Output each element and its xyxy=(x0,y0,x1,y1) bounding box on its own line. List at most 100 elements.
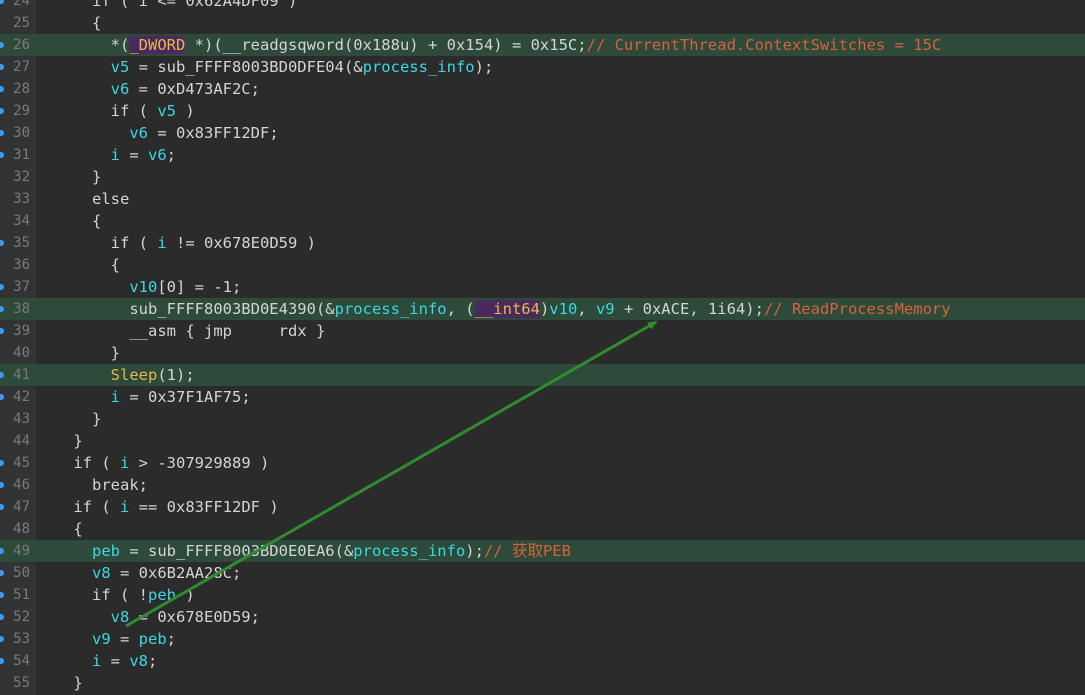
code-line[interactable]: 42 i = 0x37F1AF75; xyxy=(0,386,1085,408)
code-token: = xyxy=(110,630,139,648)
line-number: 45 xyxy=(13,455,30,471)
code-token: = sub_FFFF8003BD0E0EA6(& xyxy=(120,542,354,560)
code-variable: i xyxy=(120,454,130,472)
code-token: { xyxy=(73,520,83,538)
code-text: v6 = 0x83FF12DF; xyxy=(36,122,278,144)
code-line[interactable]: 38 sub_FFFF8003BD0E4390(&process_info, (… xyxy=(0,298,1085,320)
line-number: 48 xyxy=(13,521,30,537)
code-line[interactable]: 30 v6 = 0x83FF12DF; xyxy=(0,122,1085,144)
code-token: ); xyxy=(465,542,484,560)
code-token: } xyxy=(73,674,83,692)
line-number: 41 xyxy=(13,367,30,383)
code-line[interactable]: 25 { xyxy=(0,12,1085,34)
line-number: 28 xyxy=(13,81,30,97)
code-text: if ( i > -307929889 ) xyxy=(36,452,269,474)
code-line[interactable]: 53 v9 = peb; xyxy=(0,628,1085,650)
code-token: = 0x678E0D59; xyxy=(129,608,260,626)
code-token: __int64 xyxy=(474,300,540,318)
line-number: 36 xyxy=(13,257,30,273)
line-number: 34 xyxy=(13,213,30,229)
line-number: 51 xyxy=(13,587,30,603)
code-text: { xyxy=(36,210,101,232)
code-line[interactable]: 43 } xyxy=(0,408,1085,430)
code-line[interactable]: 49 peb = sub_FFFF8003BD0E0EA6(&process_i… xyxy=(0,540,1085,562)
code-token: ; xyxy=(166,146,177,164)
code-token: { xyxy=(92,212,102,230)
code-token: = sub_FFFF8003BD0DFE04(& xyxy=(129,58,363,76)
code-token: if ( xyxy=(73,454,120,472)
line-number: 31 xyxy=(13,147,30,163)
line-number: 43 xyxy=(13,411,30,427)
code-token: if ( ! xyxy=(92,586,148,604)
code-line[interactable]: 54 i = v8; xyxy=(0,650,1085,672)
line-number: 55 xyxy=(13,675,30,691)
code-line[interactable]: 46 break; xyxy=(0,474,1085,496)
code-variable: v8 xyxy=(110,608,130,626)
code-comment: // 获取PEB xyxy=(483,542,571,560)
code-variable: i xyxy=(110,388,120,406)
code-token: , ( xyxy=(446,300,475,318)
code-variable: v10 xyxy=(129,278,158,296)
code-line[interactable]: 27 v5 = sub_FFFF8003BD0DFE04(&process_in… xyxy=(0,56,1085,78)
code-line[interactable]: 28 v6 = 0xD473AF2C; xyxy=(0,78,1085,100)
code-text: i = 0x37F1AF75; xyxy=(36,386,251,408)
code-variable: peb xyxy=(92,542,120,560)
code-area[interactable]: 24 if ( i <= 0x62A4DF09 ) 25 {26 *(_DWORD… xyxy=(0,0,1085,694)
code-line[interactable]: 29 if ( v5 ) xyxy=(0,100,1085,122)
code-line[interactable]: 55 } xyxy=(0,672,1085,694)
code-line[interactable]: 31 i = v6; xyxy=(0,144,1085,166)
code-token: ) xyxy=(176,102,195,120)
code-text: } xyxy=(36,166,101,188)
code-line[interactable]: 52 v8 = 0x678E0D59; xyxy=(0,606,1085,628)
line-number: 50 xyxy=(13,565,30,581)
code-line[interactable]: 39 __asm { jmp rdx } xyxy=(0,320,1085,342)
code-line[interactable]: 44 } xyxy=(0,430,1085,452)
code-line[interactable]: 26 *(_DWORD *)(__readgsqword(0x188u) + 0… xyxy=(0,34,1085,56)
code-text: if ( i == 0x83FF12DF ) xyxy=(36,496,278,518)
code-token: break; xyxy=(92,476,148,494)
code-token: = 0x37F1AF75; xyxy=(120,388,251,406)
line-number: 38 xyxy=(13,301,30,317)
code-line[interactable]: 41 Sleep(1); xyxy=(0,364,1085,386)
code-line[interactable]: 35 if ( i != 0x678E0D59 ) xyxy=(0,232,1085,254)
line-number: 33 xyxy=(13,191,30,207)
code-token: = xyxy=(120,146,148,164)
code-line[interactable]: 37 v10[0] = -1; xyxy=(0,276,1085,298)
code-token: + 0xACE, 1i64); xyxy=(614,300,764,318)
code-line[interactable]: 40 } xyxy=(0,342,1085,364)
code-line[interactable]: 50 v8 = 0x6B2AA28C; xyxy=(0,562,1085,584)
line-number: 40 xyxy=(13,345,30,361)
code-token: { xyxy=(110,256,120,274)
code-text: if ( !peb ) xyxy=(36,584,195,606)
code-variable: i xyxy=(110,146,120,164)
line-number: 26 xyxy=(13,37,30,53)
code-variable: v6 xyxy=(129,124,148,142)
pseudocode-editor[interactable]: 24 if ( i <= 0x62A4DF09 ) 25 {26 *(_DWORD… xyxy=(0,0,1085,695)
code-token: else xyxy=(92,190,130,208)
code-line[interactable]: 51 if ( !peb ) xyxy=(0,584,1085,606)
line-number: 25 xyxy=(13,15,30,31)
code-text: break; xyxy=(36,474,148,496)
code-line[interactable]: 24 if ( i <= 0x62A4DF09 ) xyxy=(0,0,1085,12)
code-token: } xyxy=(73,432,83,450)
line-number: 27 xyxy=(13,59,30,75)
code-variable: i xyxy=(92,652,102,670)
line-number: 47 xyxy=(13,499,30,515)
code-text: { xyxy=(36,254,120,276)
code-line[interactable]: 45 if ( i > -307929889 ) xyxy=(0,452,1085,474)
code-line[interactable]: 34 { xyxy=(0,210,1085,232)
code-line[interactable]: 47 if ( i == 0x83FF12DF ) xyxy=(0,496,1085,518)
code-token: ; xyxy=(148,652,158,670)
code-comment: // ReadProcessMemory xyxy=(763,300,951,318)
code-line[interactable]: 33 else xyxy=(0,188,1085,210)
code-line[interactable]: 48 { xyxy=(0,518,1085,540)
code-variable: v8 xyxy=(129,652,149,670)
code-text: i = v8; xyxy=(36,650,157,672)
code-line[interactable]: 36 { xyxy=(0,254,1085,276)
code-variable: v10 xyxy=(549,300,578,318)
code-variable: peb xyxy=(148,586,176,604)
code-line[interactable]: 32 } xyxy=(0,166,1085,188)
code-variable: v9 xyxy=(92,630,111,648)
line-number: 46 xyxy=(13,477,30,493)
code-token: _DWORD xyxy=(129,36,186,54)
